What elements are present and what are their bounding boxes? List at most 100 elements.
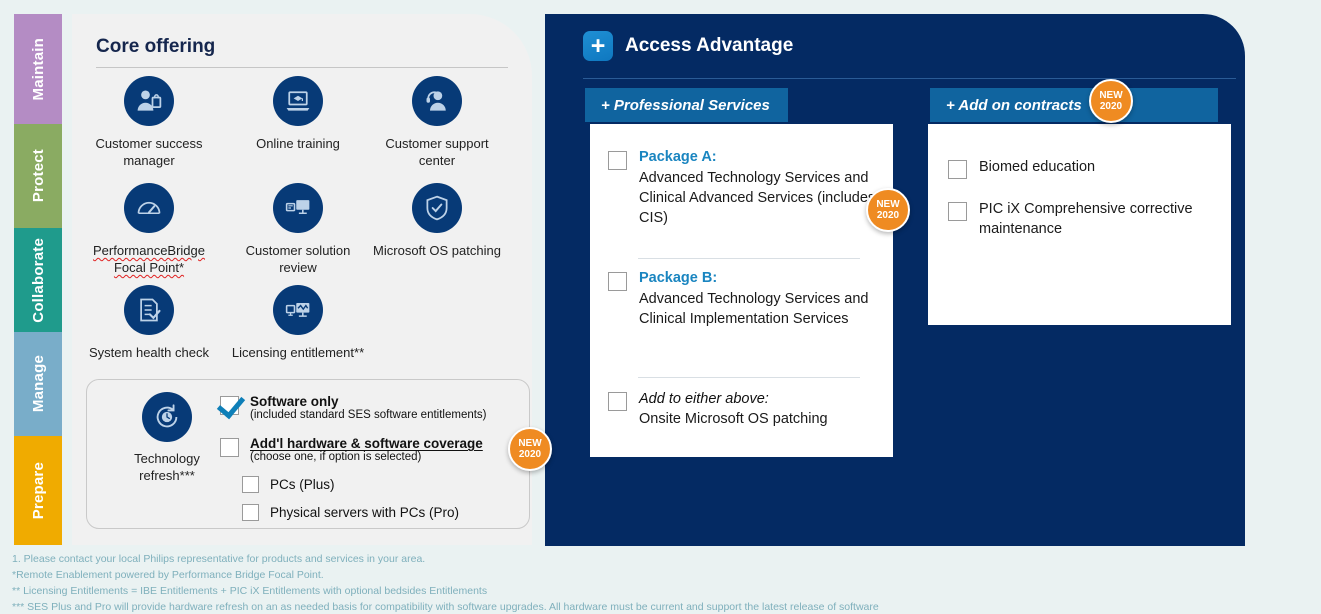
tile-performancebridge-focal-point[interactable]: PerformanceBridge Focal Point*: [79, 183, 219, 277]
tile-technology-refresh[interactable]: Technology refresh***: [105, 392, 229, 485]
list-item[interactable]: PIC iX Comprehensive corrective maintena…: [948, 200, 1214, 240]
access-advantage-header: + Access Advantage: [583, 31, 793, 61]
performance-gauge-icon: [124, 183, 174, 233]
checkbox-package-a[interactable]: [608, 151, 627, 170]
option-label: Physical servers with PCs (Pro): [270, 505, 460, 520]
card-separator: [638, 258, 860, 259]
tile-label: Customer solution review: [245, 243, 351, 275]
pic-ix-maintenance-label: PIC iX Comprehensive corrective maintena…: [979, 201, 1193, 237]
tile-online-training[interactable]: Online training: [228, 76, 368, 153]
tile-microsoft-os-patching[interactable]: Microsoft OS patching: [367, 183, 507, 260]
checkbox-additional-coverage[interactable]: [220, 438, 239, 457]
technology-refresh-box: Technology refresh*** Software only (inc…: [86, 379, 530, 529]
tile-label: System health check: [89, 345, 209, 360]
tile-label: Technology refresh***: [134, 451, 200, 483]
customer-support-center-icon: [412, 76, 462, 126]
tab-professional-services-label: + Professional Services: [601, 96, 770, 114]
phase-label: Manage: [29, 355, 47, 413]
biomed-education-label: Biomed education: [979, 159, 1096, 175]
tile-customer-support-center[interactable]: Customer support center: [367, 76, 507, 170]
option-sub: (included standard SES software entitlem…: [250, 409, 487, 421]
tile-label: PerformanceBridge Focal Point*: [93, 243, 205, 275]
badge-line-1: NEW: [1099, 89, 1123, 101]
package-b-title: Package B:: [639, 270, 718, 286]
badge-line-2: 2020: [876, 210, 900, 221]
phase-collaborate[interactable]: Collaborate: [14, 228, 62, 332]
package-b-body: Advanced Technology Services and Clinica…: [639, 291, 869, 327]
option-software-only[interactable]: Software only (included standard SES sof…: [220, 394, 520, 421]
checkbox-physical-servers[interactable]: [242, 504, 259, 521]
new-badge-add-on-contracts: NEW 2020: [1089, 79, 1133, 123]
tab-add-on-contracts[interactable]: + Add on contracts: [930, 88, 1218, 122]
phase-manage[interactable]: Manage: [14, 332, 62, 436]
footnote: ** Licensing Entitlements = IBE Entitlem…: [12, 584, 488, 597]
tile-customer-solution-review[interactable]: Customer solution review: [228, 183, 368, 277]
checkbox-pic-ix-maintenance[interactable]: [948, 202, 967, 221]
list-item[interactable]: Add to either above: Onsite Microsoft OS…: [608, 390, 880, 430]
option-physical-servers[interactable]: Physical servers with PCs (Pro): [242, 504, 522, 521]
shield-check-icon: [412, 183, 462, 233]
add-on-contracts-card: Biomed education PIC iX Comprehensive co…: [928, 124, 1231, 325]
core-offering-title: Core offering: [96, 36, 216, 57]
tab-professional-services[interactable]: + Professional Services: [585, 88, 788, 122]
health-check-icon: [124, 285, 174, 335]
package-a-body: Advanced Technology Services and Clinica…: [639, 170, 876, 226]
badge-line-1: NEW: [876, 198, 900, 210]
access-advantage-title: Access Advantage: [625, 35, 794, 56]
option-title: Add'l hardware & software coverage: [250, 436, 483, 451]
new-badge-professional-services: NEW 2020: [866, 188, 910, 232]
tile-label: Customer success manager: [95, 136, 203, 168]
slide-canvas: Maintain Protect Collaborate Manage Prepare …: [0, 0, 1321, 614]
solution-review-icon: [273, 183, 323, 233]
tile-label: Microsoft OS patching: [373, 243, 501, 258]
phase-protect[interactable]: Protect: [14, 124, 62, 228]
badge-line-1: NEW: [518, 437, 542, 449]
tile-customer-success-manager[interactable]: Customer success manager: [79, 76, 219, 170]
online-training-icon: [273, 76, 323, 126]
phase-prepare[interactable]: Prepare: [14, 436, 62, 545]
list-item[interactable]: Package A: Advanced Technology Services …: [608, 149, 876, 229]
package-a-title: Package A:: [639, 149, 717, 165]
list-item[interactable]: Biomed education: [948, 158, 1214, 179]
option-pcs-plus[interactable]: PCs (Plus): [242, 476, 522, 493]
phase-maintain[interactable]: Maintain: [14, 14, 62, 124]
checkbox-biomed-education[interactable]: [948, 160, 967, 179]
phase-rail: Maintain Protect Collaborate Manage Prepare: [14, 14, 62, 545]
footnote: *** SES Plus and Pro will provide hardwa…: [12, 600, 879, 613]
add-to-either-title: Add to either above:: [639, 391, 769, 407]
footnotes: 1. Please contact your local Philips rep…: [12, 552, 1112, 614]
checkbox-package-b[interactable]: [608, 272, 627, 291]
option-title: Software only: [250, 394, 339, 409]
tile-system-health-check[interactable]: System health check: [79, 285, 219, 362]
phase-label: Maintain: [29, 37, 47, 101]
list-item[interactable]: Package B: Advanced Technology Services …: [608, 270, 880, 330]
footnote: 1. Please contact your local Philips rep…: [12, 553, 426, 565]
option-sub: (choose one, if option is selected): [250, 451, 422, 463]
access-advantage-panel: + Access Advantage + Professional Servic…: [545, 14, 1245, 546]
tile-label: Licensing entitlement**: [231, 345, 365, 360]
checkbox-software-only[interactable]: [220, 396, 239, 415]
checkbox-add-to-either[interactable]: [608, 392, 627, 411]
technology-refresh-icon: [142, 392, 192, 442]
tile-licensing-entitlement[interactable]: Licensing entitlement**: [228, 285, 368, 362]
card-separator: [638, 377, 860, 378]
tile-label: Customer support center: [385, 136, 489, 168]
checkbox-pcs-plus[interactable]: [242, 476, 259, 493]
add-to-either-body: Onsite Microsoft OS patching: [639, 410, 828, 427]
new-badge-technology-refresh: NEW 2020: [508, 427, 552, 471]
phase-label: Prepare: [29, 461, 47, 520]
access-advantage-divider: [583, 78, 1236, 79]
badge-line-2: 2020: [518, 449, 542, 460]
tile-label: Online training: [256, 136, 340, 151]
plus-icon: +: [583, 31, 613, 61]
footnote: *Remote Enablement powered by Performanc…: [12, 568, 324, 581]
tab-add-on-contracts-label: + Add on contracts: [946, 96, 1082, 114]
phase-label: Collaborate: [29, 237, 47, 323]
customer-success-manager-icon: [124, 76, 174, 126]
badge-line-2: 2020: [1099, 101, 1123, 112]
professional-services-card: Package A: Advanced Technology Services …: [590, 124, 893, 457]
core-offering-divider: [96, 67, 508, 68]
licensing-icon: [273, 285, 323, 335]
option-additional-coverage[interactable]: Add'l hardware & software coverage (choo…: [220, 436, 530, 463]
option-label: PCs (Plus): [270, 477, 335, 492]
